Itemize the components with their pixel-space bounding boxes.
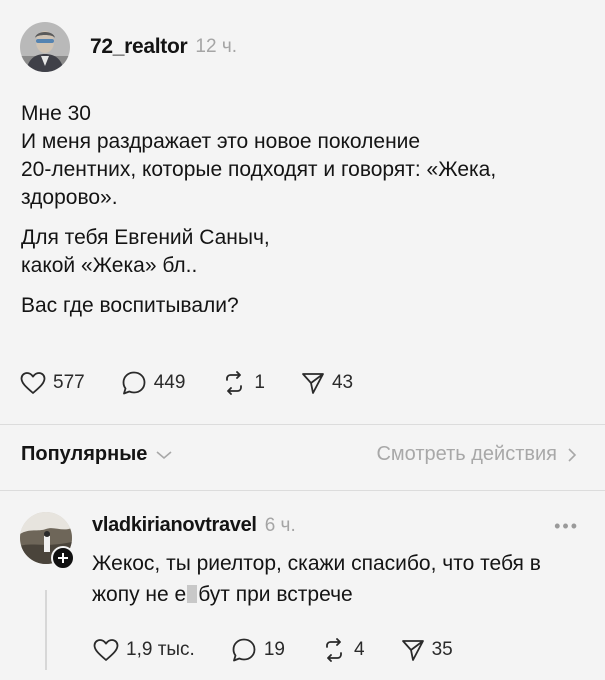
chevron-down-icon [156, 450, 172, 459]
sort-dropdown[interactable]: Популярные [21, 443, 173, 466]
post-actions: 577 449 1 43 [20, 370, 353, 396]
post-line: 20-лентних, которые подходят и говорят: … [21, 158, 497, 181]
comment-icon [122, 371, 146, 395]
like-count: 577 [53, 372, 85, 393]
repost-button[interactable]: 1 [221, 371, 265, 395]
view-activity-label: Смотреть действия [376, 443, 557, 465]
post-line: какой «Жека» бл.. [21, 254, 198, 277]
like-button[interactable]: 1,9 тыс. [93, 638, 195, 662]
heart-icon [20, 372, 46, 394]
avatar[interactable] [20, 22, 70, 72]
reply-header: vladkirianovtravel 6 ч. [92, 514, 296, 537]
post-username[interactable]: 72_realtor [90, 35, 188, 59]
share-count: 43 [331, 372, 354, 393]
reply-time: 6 ч. [264, 514, 296, 536]
reply-line: жопу не е бут при встрече [92, 579, 592, 610]
like-count: 1,9 тыс. [126, 639, 195, 660]
comment-icon [232, 638, 256, 662]
post-paragraph: Мне 30 И меня раздражает это новое покол… [21, 100, 591, 212]
thread-line [45, 590, 47, 670]
reply-text-part: жопу не е [92, 583, 187, 606]
post-line: Вас где воспитывали? [21, 294, 239, 317]
repost-icon [226, 371, 243, 395]
post-text: Мне 30 И меня раздражает это новое покол… [21, 100, 591, 332]
share-count: 35 [431, 639, 453, 660]
reply-text-part: бут при встрече [198, 583, 353, 606]
share-button[interactable]: 35 [401, 638, 453, 662]
follow-button[interactable] [51, 546, 75, 570]
comment-button[interactable]: 449 [121, 370, 186, 396]
reply-actions: 1,9 тыс. 19 4 35 [93, 637, 453, 663]
comment-count: 449 [153, 372, 186, 393]
repost-icon [326, 638, 342, 662]
comment-button[interactable]: 19 [231, 637, 285, 663]
post-line: Мне 30 [21, 102, 91, 125]
comment-count: 19 [263, 639, 285, 660]
plus-icon [58, 553, 68, 563]
like-button[interactable]: 577 [20, 371, 85, 395]
post-paragraph: Вас где воспитывали? [21, 292, 591, 320]
reply-line: Жекос, ты риелтор, скажи спасибо, что те… [92, 552, 541, 575]
share-button[interactable]: 43 [301, 371, 353, 395]
post-line: Для тебя Евгений Саныч, [21, 226, 270, 249]
send-icon [401, 640, 424, 661]
post-line: И меня раздражает это новое поколение [21, 130, 421, 153]
send-icon [302, 373, 324, 394]
post-header: 72_realtor 12 ч. [20, 22, 237, 72]
view-activity-link[interactable]: Смотреть действия [376, 443, 577, 466]
post-line: здорово». [21, 186, 118, 209]
post-paragraph: Для тебя Евгений Саныч, какой «Жека» бл.… [21, 224, 591, 280]
heart-icon [93, 639, 119, 661]
more-options-icon[interactable]: ••• [554, 516, 579, 537]
reply-text: Жекос, ты риелтор, скажи спасибо, что те… [92, 548, 592, 610]
reply-username[interactable]: vladkirianovtravel [92, 514, 257, 537]
sort-label: Популярные [21, 443, 148, 465]
divider [0, 424, 605, 425]
post-time: 12 ч. [195, 36, 237, 57]
censor-block [187, 585, 198, 603]
repost-count: 4 [353, 639, 365, 660]
repost-button[interactable]: 4 [321, 638, 365, 662]
divider [0, 490, 605, 491]
repost-count: 1 [254, 372, 265, 393]
chevron-right-icon [568, 447, 577, 462]
